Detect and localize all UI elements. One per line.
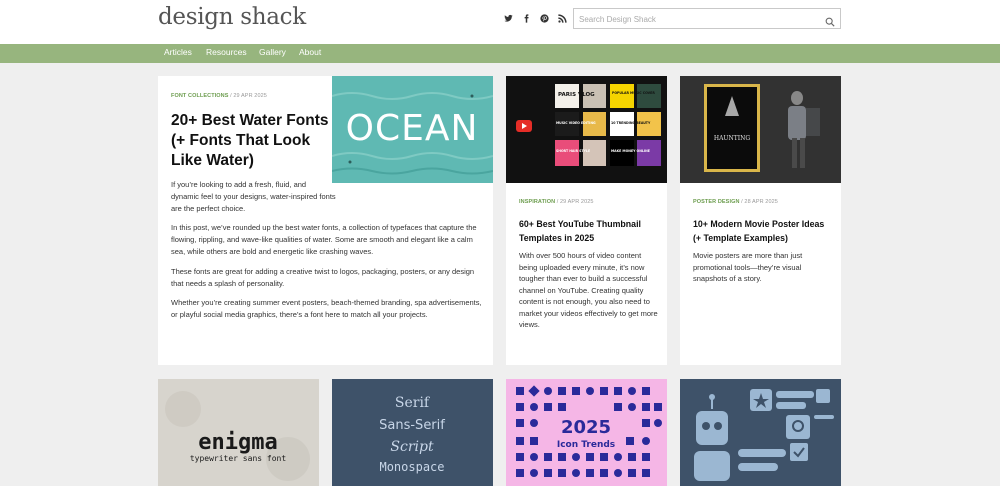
- article-paragraph: In this post, we’ve rounded up the best …: [171, 223, 477, 256]
- svg-text:MUSIC VIDEO EDITING: MUSIC VIDEO EDITING: [556, 121, 596, 125]
- article-meta: INSPIRATION / 29 APR 2025: [519, 199, 594, 205]
- article-date: / 29 APR 2025: [228, 93, 267, 99]
- svg-text:Serif: Serif: [395, 395, 431, 411]
- svg-text:10 TRENDING BEAUTY: 10 TRENDING BEAUTY: [611, 121, 651, 125]
- article-paragraph: Whether you’re creating summer event pos…: [171, 298, 482, 319]
- article-title[interactable]: 20+ Best Water Fonts (+ Fonts That Look …: [171, 111, 331, 171]
- svg-text:Script: Script: [390, 439, 434, 455]
- social-links: [503, 12, 567, 24]
- robot-ui-thumbnail-art: [680, 379, 841, 486]
- rss-icon[interactable]: [557, 12, 567, 24]
- article-thumbnail[interactable]: OCEAN: [332, 76, 493, 183]
- movie-poster-thumbnail-art: HAUNTING: [680, 76, 841, 183]
- youtube-thumbnail-art: PARIS VLOG POPULAR MUSIC COVER MUSIC VID…: [506, 76, 667, 183]
- article-excerpt: With over 500 hours of video content bei…: [519, 251, 658, 329]
- nav-item-about[interactable]: About: [299, 47, 321, 57]
- font-styles-thumbnail-art: Serif Sans-Serif Script Monospace: [332, 379, 493, 486]
- svg-text:POPULAR MUSIC COVER: POPULAR MUSIC COVER: [612, 91, 655, 95]
- site-header: design shack: [0, 0, 1000, 44]
- article-card[interactable]: PARIS VLOG POPULAR MUSIC COVER MUSIC VID…: [506, 76, 667, 365]
- ocean-thumbnail-art: OCEAN: [332, 76, 493, 183]
- category-link[interactable]: FONT COLLECTIONS: [171, 93, 229, 99]
- article-date: / 29 APR 2025: [555, 199, 594, 205]
- article-thumbnail-enigma[interactable]: enigma typewriter sans font: [158, 379, 319, 486]
- facebook-icon[interactable]: [521, 12, 531, 24]
- category-link[interactable]: POSTER DESIGN: [693, 199, 740, 205]
- site-logo[interactable]: design shack: [158, 4, 306, 30]
- nav-item-articles[interactable]: Articles: [164, 47, 192, 57]
- article-thumbnail-icon-trends[interactable]: 2025 Icon Trends: [506, 379, 667, 486]
- svg-text:typewriter sans font: typewriter sans font: [190, 454, 287, 463]
- article-meta: POSTER DESIGN / 28 APR 2025: [693, 199, 778, 205]
- svg-text:enigma: enigma: [198, 430, 277, 455]
- article-title[interactable]: 60+ Best YouTube Thumbnail Templates in …: [519, 218, 659, 245]
- svg-text:2025: 2025: [561, 417, 611, 438]
- search-icon[interactable]: [825, 14, 835, 27]
- svg-text:SHORT HAIR STYLE: SHORT HAIR STYLE: [556, 149, 590, 153]
- article-intro: If you’re looking to add a fresh, fluid,…: [171, 180, 336, 213]
- article-thumbnail-font-styles[interactable]: Serif Sans-Serif Script Monospace: [332, 379, 493, 486]
- article-date: / 28 APR 2025: [739, 199, 778, 205]
- article-paragraph: These fonts are great for adding a creat…: [171, 267, 475, 288]
- article-excerpt: Movie posters are more than just promoti…: [693, 251, 803, 283]
- nav-item-gallery[interactable]: Gallery: [259, 47, 286, 57]
- article-thumbnail[interactable]: PARIS VLOG POPULAR MUSIC COVER MUSIC VID…: [506, 76, 667, 183]
- search-box: [573, 8, 841, 29]
- article-card[interactable]: HAUNTING POSTER DESIGN / 28 APR 2025 10+…: [680, 76, 841, 365]
- svg-text:Sans-Serif: Sans-Serif: [379, 418, 445, 433]
- svg-text:Monospace: Monospace: [379, 460, 444, 474]
- article-meta: FONT COLLECTIONS / 29 APR 2025: [171, 93, 267, 99]
- svg-text:HAUNTING: HAUNTING: [714, 135, 750, 142]
- ocean-thumb-text: OCEAN: [346, 108, 479, 149]
- featured-article-card[interactable]: FONT COLLECTIONS / 29 APR 2025 20+ Best …: [158, 76, 493, 365]
- nav-item-resources[interactable]: Resources: [206, 47, 247, 57]
- svg-text:PARIS VLOG: PARIS VLOG: [558, 92, 595, 98]
- twitter-icon[interactable]: [503, 12, 513, 24]
- search-input[interactable]: [579, 12, 819, 26]
- svg-text:Icon Trends: Icon Trends: [557, 440, 615, 450]
- category-link[interactable]: INSPIRATION: [519, 199, 555, 205]
- article-title[interactable]: 10+ Modern Movie Poster Ideas (+ Templat…: [693, 218, 833, 245]
- article-thumbnail[interactable]: HAUNTING: [680, 76, 841, 183]
- enigma-thumbnail-art: enigma typewriter sans font: [158, 379, 319, 486]
- pinterest-icon[interactable]: [539, 12, 549, 24]
- main-nav: Articles Resources Gallery About: [0, 44, 1000, 63]
- svg-text:MAKE MONEY ONLINE: MAKE MONEY ONLINE: [611, 149, 650, 153]
- article-thumbnail-robot[interactable]: [680, 379, 841, 486]
- icon-trends-thumbnail-art: 2025 Icon Trends: [506, 379, 667, 486]
